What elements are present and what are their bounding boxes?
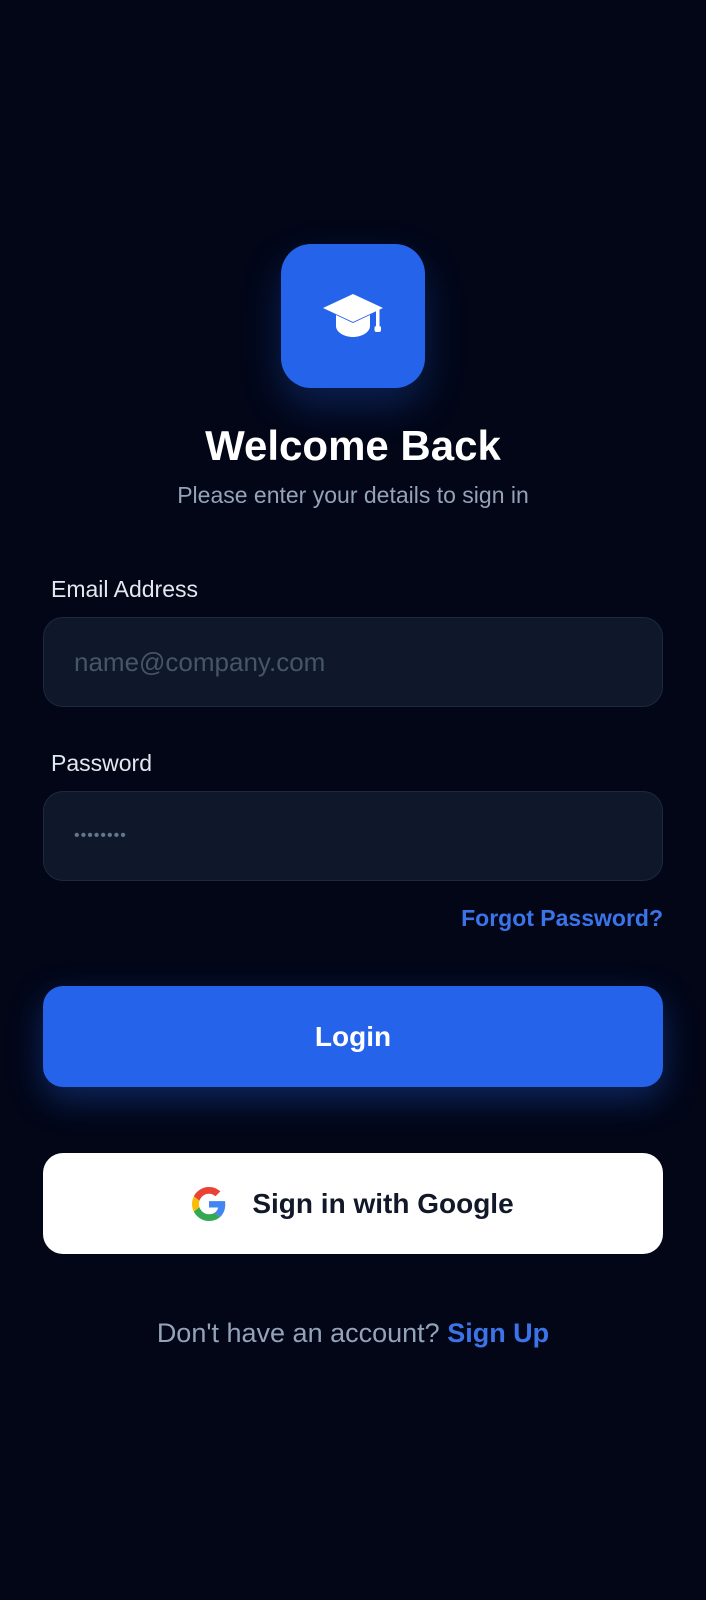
password-field-container: ••••••••: [43, 791, 663, 881]
page-subtitle: Please enter your details to sign in: [177, 482, 529, 508]
email-field[interactable]: [44, 618, 662, 706]
login-screen: Welcome Back Please enter your details t…: [0, 0, 706, 1600]
password-field[interactable]: [44, 792, 662, 880]
login-button[interactable]: Login: [43, 986, 663, 1087]
email-label: Email Address: [51, 576, 199, 602]
forgot-password-link[interactable]: Forgot Password?: [461, 903, 663, 933]
signup-row: Don't have an account? Sign Up: [0, 1316, 706, 1350]
login-button-label: Login: [314, 1020, 392, 1052]
signup-link[interactable]: Sign Up: [447, 1318, 549, 1348]
graduation-cap-icon: [323, 294, 383, 337]
app-logo: [281, 244, 425, 388]
google-button-label: Sign in with Google: [252, 1187, 514, 1219]
signup-prompt: Don't have an account?: [156, 1318, 440, 1348]
google-icon: [192, 1186, 226, 1221]
google-sign-in-button[interactable]: Sign in with Google: [43, 1153, 663, 1254]
password-label: Password: [51, 750, 152, 776]
email-field-container: [43, 617, 663, 707]
page-title: Welcome Back: [205, 422, 501, 469]
